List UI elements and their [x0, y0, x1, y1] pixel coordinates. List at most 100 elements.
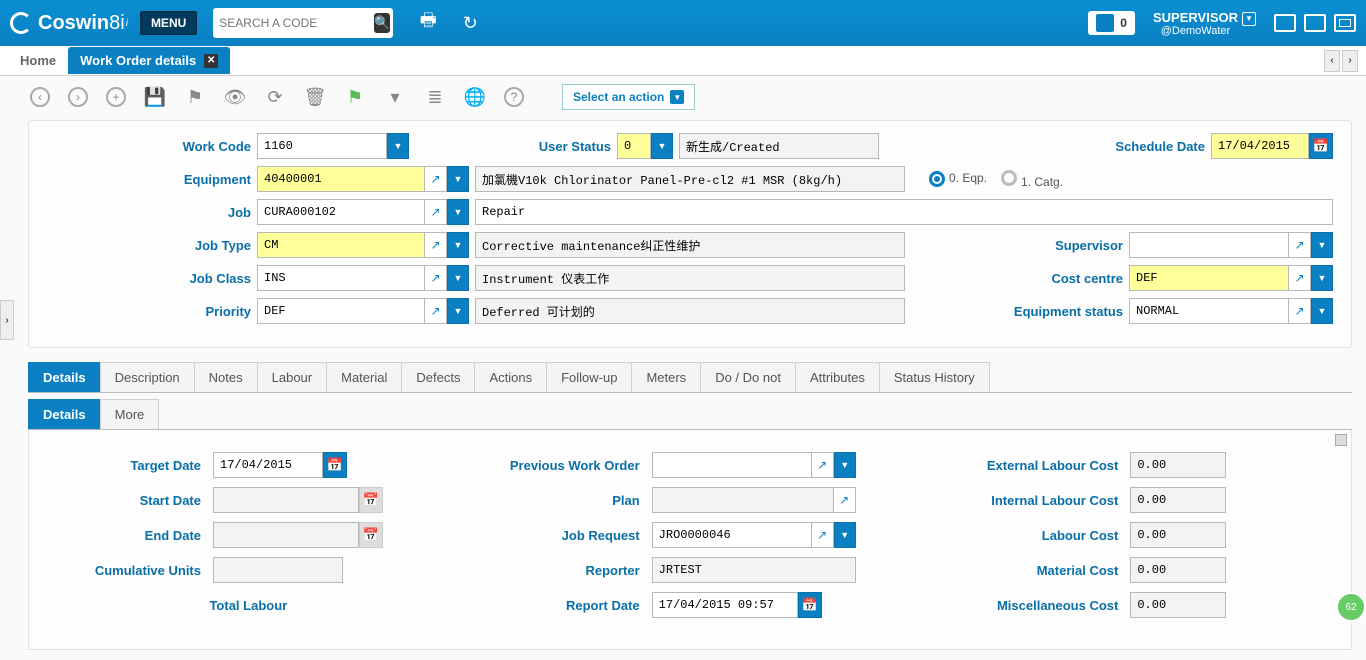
priority-dropdown[interactable]: ▼	[447, 298, 469, 324]
job-popup-icon[interactable]: ↗	[425, 199, 447, 225]
user-status-code[interactable]	[617, 133, 651, 159]
previous-wo-input[interactable]	[652, 452, 812, 478]
flag-icon[interactable]: ⚑	[184, 86, 206, 108]
tab-nav-prev[interactable]: ‹	[1324, 50, 1340, 72]
equipment-status-input[interactable]	[1129, 298, 1289, 324]
panel-corner-handle[interactable]	[1335, 434, 1347, 446]
tab-do-do-not[interactable]: Do / Do not	[700, 362, 796, 392]
job-desc-input[interactable]	[475, 199, 1333, 225]
job-request-input[interactable]	[652, 522, 812, 548]
search-input[interactable]	[219, 16, 374, 30]
calendar-icon[interactable]: 📅	[798, 592, 822, 618]
radio-eqp[interactable]: 0. Eqp.	[929, 171, 987, 187]
job-label: Job	[47, 205, 251, 220]
cost-centre-input[interactable]	[1129, 265, 1289, 291]
cost-centre-dropdown[interactable]: ▼	[1311, 265, 1333, 291]
equipment-code-input[interactable]	[257, 166, 425, 192]
tab-material[interactable]: Material	[326, 362, 402, 392]
equipment-status-label: Equipment status	[1014, 304, 1123, 319]
tab-meters[interactable]: Meters	[631, 362, 701, 392]
supervisor-input[interactable]	[1129, 232, 1289, 258]
print-icon[interactable]: 🖶	[415, 10, 441, 36]
tab-labour[interactable]: Labour	[257, 362, 327, 392]
report-date-input[interactable]	[652, 592, 798, 618]
job-type-code-input[interactable]	[257, 232, 425, 258]
target-date-input[interactable]	[213, 452, 323, 478]
job-request-dropdown[interactable]: ▼	[834, 522, 856, 548]
filter-icon[interactable]: ▾	[384, 86, 406, 108]
data-icon[interactable]: ≣	[424, 86, 446, 108]
int-labour-cost-label: Internal Labour Cost	[924, 493, 1124, 508]
previous-wo-popup-icon[interactable]: ↗	[812, 452, 834, 478]
job-code-input[interactable]	[257, 199, 425, 225]
work-code-dropdown[interactable]: ▼	[387, 133, 409, 159]
tab-label: Work Order details	[80, 53, 196, 68]
radio-catg[interactable]: 1. Catg.	[1001, 170, 1063, 189]
view-icon[interactable]: 👁	[224, 86, 246, 108]
tab-actions[interactable]: Actions	[474, 362, 547, 392]
notification-badge[interactable]: 0	[1088, 11, 1135, 35]
tab-nav-next[interactable]: ›	[1342, 50, 1358, 72]
material-cost-value	[1130, 557, 1226, 583]
job-class-code-input[interactable]	[257, 265, 425, 291]
job-request-popup-icon[interactable]: ↗	[812, 522, 834, 548]
job-class-popup-icon[interactable]: ↗	[425, 265, 447, 291]
window-icon-1[interactable]	[1274, 14, 1296, 32]
job-class-dropdown[interactable]: ▼	[447, 265, 469, 291]
user-dropdown-icon[interactable]: ▼	[1242, 12, 1256, 26]
reload-icon[interactable]: ⟳	[264, 86, 286, 108]
notification-icon	[1096, 14, 1114, 32]
supervisor-popup-icon[interactable]: ↗	[1289, 232, 1311, 258]
tab-work-order-details[interactable]: Work Order details ✕	[68, 47, 230, 74]
search-icon[interactable]: 🔍	[374, 13, 390, 33]
window-icon-2[interactable]	[1304, 14, 1326, 32]
window-icon-3[interactable]	[1334, 14, 1356, 32]
priority-code-input[interactable]	[257, 298, 425, 324]
tab-defects[interactable]: Defects	[401, 362, 475, 392]
action-select[interactable]: Select an action ▼	[562, 84, 695, 110]
equipment-status-popup-icon[interactable]: ↗	[1289, 298, 1311, 324]
close-icon[interactable]: ✕	[204, 54, 218, 68]
help-icon[interactable]: ?	[504, 87, 524, 107]
add-icon[interactable]: +	[106, 87, 126, 107]
tab-follow-up[interactable]: Follow-up	[546, 362, 632, 392]
tab-home[interactable]: Home	[8, 47, 68, 74]
tab-status-history[interactable]: Status History	[879, 362, 990, 392]
save-icon[interactable]: 💾	[144, 86, 166, 108]
calendar-icon[interactable]: 📅	[1309, 133, 1333, 159]
floating-badge[interactable]: 62	[1336, 592, 1366, 622]
plan-popup-icon[interactable]: ↗	[834, 487, 856, 513]
priority-popup-icon[interactable]: ↗	[425, 298, 447, 324]
job-dropdown[interactable]: ▼	[447, 199, 469, 225]
subtab-more[interactable]: More	[100, 399, 160, 429]
schedule-date-input[interactable]	[1211, 133, 1309, 159]
cost-centre-popup-icon[interactable]: ↗	[1289, 265, 1311, 291]
calendar-icon[interactable]: 📅	[323, 452, 347, 478]
equipment-dropdown[interactable]: ▼	[447, 166, 469, 192]
tag-icon[interactable]: ⚑	[344, 86, 366, 108]
user-menu[interactable]: SUPERVISOR @DemoWater ▼	[1153, 10, 1238, 37]
subtab-details[interactable]: Details	[28, 399, 101, 429]
start-date-label: Start Date	[47, 493, 207, 508]
job-type-dropdown[interactable]: ▼	[447, 232, 469, 258]
nav-forward-icon[interactable]: ›	[68, 87, 88, 107]
tab-description[interactable]: Description	[100, 362, 195, 392]
tab-notes[interactable]: Notes	[194, 362, 258, 392]
equipment-status-dropdown[interactable]: ▼	[1311, 298, 1333, 324]
search-box[interactable]: 🔍	[213, 8, 393, 38]
user-status-dropdown[interactable]: ▼	[651, 133, 673, 159]
previous-wo-dropdown[interactable]: ▼	[834, 452, 856, 478]
calendar-icon-disabled: 📅	[359, 487, 383, 513]
tab-details[interactable]: Details	[28, 362, 101, 392]
work-code-input[interactable]	[257, 133, 387, 159]
globe-icon[interactable]: 🌐	[464, 86, 486, 108]
tab-attributes[interactable]: Attributes	[795, 362, 880, 392]
job-type-popup-icon[interactable]: ↗	[425, 232, 447, 258]
refresh-icon[interactable]: ↻	[457, 10, 483, 36]
delete-icon[interactable]: 🗑	[304, 86, 326, 108]
nav-back-icon[interactable]: ‹	[30, 87, 50, 107]
menu-button[interactable]: MENU	[140, 11, 197, 35]
supervisor-dropdown[interactable]: ▼	[1311, 232, 1333, 258]
equipment-popup-icon[interactable]: ↗	[425, 166, 447, 192]
side-expand-handle[interactable]: ›	[0, 300, 14, 340]
